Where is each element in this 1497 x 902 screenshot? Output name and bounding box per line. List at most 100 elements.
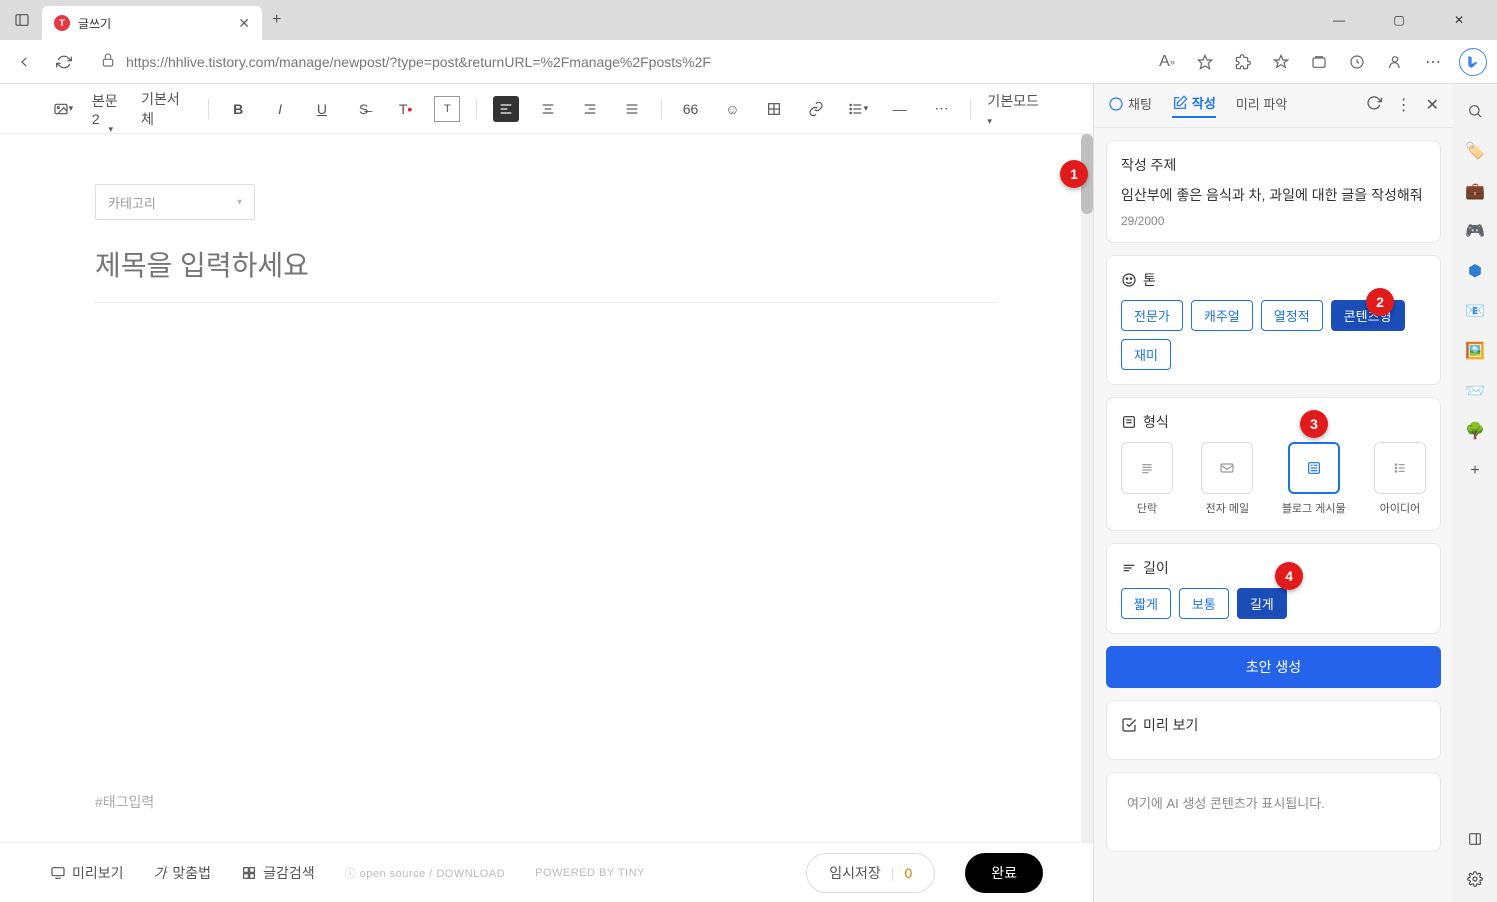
performance-icon[interactable] — [1345, 50, 1369, 74]
close-window-button[interactable]: ✕ — [1439, 13, 1479, 27]
strikethrough-button[interactable]: S̶ — [351, 96, 377, 122]
extensions-icon[interactable] — [1231, 50, 1255, 74]
preview-button[interactable]: 미리보기 — [50, 863, 124, 883]
collections-icon[interactable] — [1307, 50, 1331, 74]
image-button[interactable]: ▾ — [50, 96, 76, 122]
align-justify-button[interactable] — [619, 96, 645, 122]
topic-charcount: 29/2000 — [1121, 214, 1426, 228]
annotation-badge-3: 3 — [1300, 410, 1328, 438]
more-tools-button[interactable]: ⋯ — [929, 96, 955, 122]
italic-button[interactable]: I — [267, 96, 293, 122]
settings-icon[interactable] — [1464, 868, 1486, 890]
tab-close-button[interactable]: ✕ — [238, 15, 250, 32]
category-select[interactable]: 카테고리 ▾ — [95, 184, 255, 220]
drop-icon[interactable]: 📨 — [1464, 380, 1486, 402]
editor-body: 카테고리 ▾ #태그입력 — [0, 134, 1093, 842]
paragraph-style-select[interactable]: 본문2▾ — [92, 91, 125, 127]
toolbox-icon[interactable]: 💼 — [1464, 180, 1486, 202]
new-tab-button[interactable]: + — [272, 11, 281, 29]
ai-close-button[interactable]: ✕ — [1426, 95, 1439, 116]
format-idea[interactable]: 아이디어 — [1374, 442, 1426, 516]
format-email[interactable]: 전자 메일 — [1201, 442, 1253, 516]
tab-actions-button[interactable] — [8, 6, 36, 34]
topic-textarea[interactable]: 임산부에 좋은 음식과 차, 과일에 대한 글을 작성해줘 — [1121, 185, 1426, 206]
tone-pro[interactable]: 전문가 — [1121, 300, 1183, 331]
align-left-button[interactable] — [493, 96, 519, 122]
editor-bottombar: 미리보기 가 맞춤법 글감검색 ⓘ open source / DOWNLOAD… — [0, 842, 1093, 902]
tab-title: 글쓰기 — [78, 15, 230, 32]
edge-sidebar: 🏷️ 💼 🎮 ⬢ 📧 🖼️ 📨 🌳 + — [1453, 84, 1497, 902]
search-icon[interactable] — [1464, 100, 1486, 122]
editor-mode-select[interactable]: 기본모드▾ — [987, 91, 1043, 127]
address-bar: https://hhlive.tistory.com/manage/newpos… — [0, 40, 1497, 84]
topic-card: 작성 주제 임산부에 좋은 음식과 차, 과일에 대한 글을 작성해줘 29/2… — [1106, 140, 1441, 243]
hr-button[interactable]: — — [887, 96, 913, 122]
textcolor-button[interactable]: T• — [393, 96, 419, 122]
emoji-button[interactable]: ☺ — [719, 96, 745, 122]
quote-button[interactable]: 66 — [678, 96, 704, 122]
back-button[interactable] — [10, 48, 38, 76]
highlight-button[interactable]: T — [434, 96, 460, 122]
post-content-area[interactable] — [95, 303, 998, 792]
spellcheck-button[interactable]: 가 맞춤법 — [154, 863, 212, 883]
generate-button[interactable]: 초안 생성 — [1106, 646, 1441, 688]
office-icon[interactable]: ⬢ — [1464, 260, 1486, 282]
image-create-icon[interactable]: 🖼️ — [1464, 340, 1486, 362]
bing-sidebar-button[interactable] — [1459, 48, 1487, 76]
url-text: https://hhlive.tistory.com/manage/newpos… — [126, 54, 711, 70]
post-title-input[interactable] — [95, 240, 998, 303]
editor-toolbar: ▾ 본문2▾ 기본서체 B I U S̶ T• T 66 ☺ ▾ — ⋯ 기본모… — [0, 84, 1093, 134]
ai-scroll-area: 작성 주제 임산부에 좋은 음식과 차, 과일에 대한 글을 작성해줘 29/2… — [1094, 128, 1453, 902]
link-button[interactable] — [803, 96, 829, 122]
length-card: 길이 짧게 보통 길게 — [1106, 543, 1441, 634]
shopping-tag-icon[interactable]: 🏷️ — [1464, 140, 1486, 162]
font-select[interactable]: 기본서체 — [141, 89, 192, 129]
tag-input[interactable]: #태그입력 — [95, 792, 998, 812]
tab-chat[interactable]: 채팅 — [1108, 94, 1152, 117]
format-blog[interactable]: 블로그 게시물 — [1282, 442, 1346, 516]
hide-sidebar-icon[interactable] — [1464, 828, 1486, 850]
align-right-button[interactable] — [577, 96, 603, 122]
favorites-bar-icon[interactable] — [1269, 50, 1293, 74]
editor-scrollbar[interactable] — [1081, 134, 1093, 842]
tempsave-button[interactable]: 임시저장 | 0 — [806, 853, 935, 893]
align-center-button[interactable] — [535, 96, 561, 122]
outlook-icon[interactable]: 📧 — [1464, 300, 1486, 322]
maximize-button[interactable]: ▢ — [1379, 13, 1419, 27]
tone-casual[interactable]: 캐주얼 — [1191, 300, 1253, 331]
poweredby-label: POWERED BY TINY — [535, 867, 645, 879]
length-short[interactable]: 짧게 — [1121, 588, 1171, 619]
category-placeholder: 카테고리 — [108, 193, 156, 212]
address-bar-icons: A» ⋯ — [1155, 48, 1487, 76]
done-button[interactable]: 완료 — [965, 853, 1043, 893]
contentsearch-button[interactable]: 글감검색 — [241, 863, 315, 883]
tab-write[interactable]: 작성 — [1172, 93, 1216, 118]
refresh-button[interactable] — [50, 48, 78, 76]
browser-tab[interactable]: T 글쓰기 ✕ — [42, 6, 262, 40]
more-icon[interactable]: ⋯ — [1421, 50, 1445, 74]
tone-fun[interactable]: 재미 — [1121, 339, 1171, 370]
url-box[interactable]: https://hhlive.tistory.com/manage/newpos… — [90, 52, 1143, 71]
games-icon[interactable]: 🎮 — [1464, 220, 1486, 242]
underline-button[interactable]: U — [309, 96, 335, 122]
read-aloud-icon[interactable]: A» — [1155, 50, 1179, 74]
format-paragraph[interactable]: 단락 — [1121, 442, 1173, 516]
length-medium[interactable]: 보통 — [1179, 588, 1229, 619]
bold-button[interactable]: B — [225, 96, 251, 122]
ai-more-button[interactable]: ⋮ — [1396, 95, 1412, 116]
minimize-button[interactable]: — — [1319, 13, 1359, 27]
profile-icon[interactable] — [1383, 50, 1407, 74]
add-tool-icon[interactable]: + — [1464, 460, 1486, 482]
annotation-badge-1: 1 — [1060, 160, 1088, 188]
ai-refresh-button[interactable] — [1366, 95, 1382, 116]
favorite-icon[interactable] — [1193, 50, 1217, 74]
list-button[interactable]: ▾ — [845, 96, 871, 122]
format-label: 형식 — [1121, 412, 1426, 432]
format-card: 형식 단락 전자 메일 블로그 게시물 — [1106, 397, 1441, 531]
tree-icon[interactable]: 🌳 — [1464, 420, 1486, 442]
tab-insight[interactable]: 미리 파악 — [1236, 94, 1287, 117]
tone-passion[interactable]: 열정적 — [1261, 300, 1323, 331]
length-long[interactable]: 길게 — [1237, 588, 1287, 619]
table-button[interactable] — [761, 96, 787, 122]
preview-placeholder: 여기에 AI 생성 콘텐츠가 표시됩니다. — [1121, 787, 1426, 818]
